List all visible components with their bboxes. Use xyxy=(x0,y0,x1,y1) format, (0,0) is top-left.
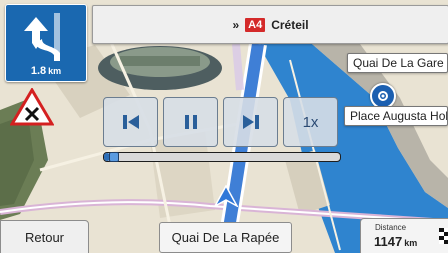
skip-forward-icon xyxy=(242,115,259,129)
distance-number: 1147 xyxy=(374,234,403,249)
speed-label: 1x xyxy=(302,113,319,131)
no-entry-warning-triangle-icon xyxy=(9,87,55,131)
pause-icon xyxy=(184,115,197,129)
progress-slider[interactable] xyxy=(103,152,341,162)
next-button[interactable] xyxy=(223,97,278,147)
next-street-name: Créteil xyxy=(271,17,309,32)
vehicle-position-arrow-icon xyxy=(214,185,238,207)
simulation-player-controls: 1x xyxy=(103,97,343,165)
skip-back-icon xyxy=(122,115,139,129)
map-label-poi: Place Augusta Holmès xyxy=(344,106,448,126)
road-number-badge: A4 xyxy=(245,17,266,32)
turn-distance-value: 1.8 xyxy=(30,65,47,77)
progress-handle[interactable] xyxy=(109,152,119,162)
current-street-name[interactable]: Quai De La Rapée xyxy=(159,222,292,253)
distance-caption: Distance xyxy=(375,223,407,232)
pause-button[interactable] xyxy=(163,97,218,147)
direction-arrows: » xyxy=(232,17,240,32)
map-label-street: Quai De La Gare xyxy=(347,53,448,73)
next-street-bar[interactable]: » A4 Créteil xyxy=(92,5,448,44)
turn-instruction-panel[interactable]: 1.8 km xyxy=(5,4,87,82)
distance-value: 1147 km xyxy=(374,234,417,249)
distance-panel[interactable]: Distance 1147 km xyxy=(360,218,448,253)
navigation-screen: 1.8 km » A4 Créteil Quai De La Gare Place… xyxy=(0,0,448,253)
turn-distance-unit: km xyxy=(48,66,62,76)
previous-button[interactable] xyxy=(103,97,158,147)
turn-distance: 1.8 km xyxy=(6,65,86,77)
back-button[interactable]: Retour xyxy=(0,220,89,253)
speed-button[interactable]: 1x xyxy=(283,97,338,147)
checkered-flag-icon xyxy=(439,228,448,244)
keep-left-lane-arrow-icon xyxy=(24,13,60,61)
distance-unit: km xyxy=(404,238,418,248)
